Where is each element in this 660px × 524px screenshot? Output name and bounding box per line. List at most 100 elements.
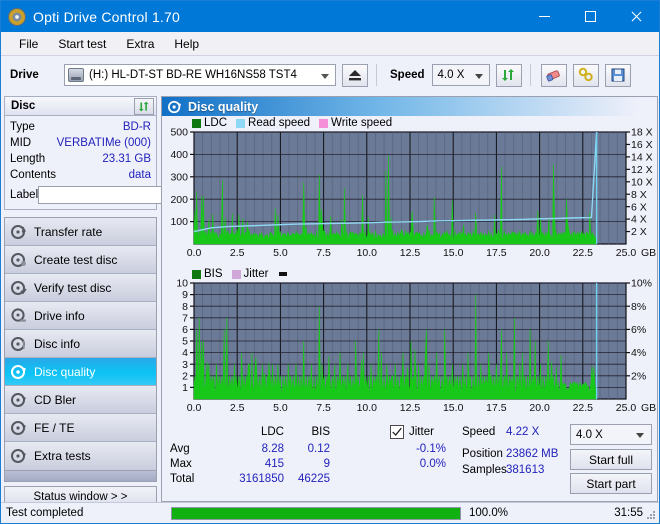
toolbar-separator: [529, 64, 531, 86]
chevron-down-icon: [474, 74, 483, 79]
speed-select[interactable]: 4.0 X: [431, 64, 490, 86]
disc-drive-icon: [11, 307, 26, 322]
svg-text:100: 100: [170, 216, 188, 228]
svg-text:200: 200: [170, 194, 188, 206]
sidebar-item-disc-info[interactable]: Disc info: [5, 330, 156, 358]
disc-row-contents: Contents data: [10, 167, 151, 183]
maximize-button[interactable]: [567, 1, 613, 32]
svg-text:4 X: 4 X: [631, 214, 647, 226]
nav-list: Transfer rate Create test disc Verify te…: [4, 217, 157, 471]
sidebar-item-drive-info[interactable]: Drive info: [5, 302, 156, 330]
disc-length-label: Length: [10, 153, 46, 165]
svg-text:2 X: 2 X: [631, 226, 647, 238]
disc-fete-icon: [11, 420, 26, 435]
refresh-button[interactable]: [495, 63, 522, 87]
svg-text:400: 400: [170, 149, 188, 161]
chevron-down-icon: [321, 74, 329, 79]
svg-text:GB: GB: [641, 402, 656, 414]
tools-button[interactable]: [572, 63, 599, 87]
svg-text:8%: 8%: [631, 301, 646, 313]
disc-row-mid: MID VERBATIMe (000): [10, 135, 151, 151]
start-full-label: Start full: [588, 452, 633, 467]
jitter-checkbox[interactable]: [390, 425, 404, 439]
disc-panel-title: Disc: [11, 100, 36, 112]
status-bar: Test completed 100.0% 31:55: [1, 502, 659, 523]
svg-text:15.0: 15.0: [443, 247, 464, 259]
results-row-max-label: Max: [170, 458, 192, 470]
minimize-button[interactable]: [521, 1, 567, 32]
svg-text:6: 6: [182, 324, 188, 336]
menu-start-test[interactable]: Start test: [48, 34, 116, 54]
start-part-button[interactable]: Start part: [570, 473, 652, 494]
maximize-icon: [584, 11, 596, 22]
sidebar-item-cd-bler[interactable]: CD Bler: [5, 386, 156, 414]
results-col-ldc: LDC: [260, 426, 284, 438]
checkmark-icon: [392, 427, 402, 436]
resize-grip-icon[interactable]: [645, 509, 657, 521]
drive-label: Drive: [10, 69, 39, 81]
svg-text:1: 1: [182, 382, 188, 394]
svg-text:7: 7: [182, 312, 188, 324]
erase-button[interactable]: [540, 63, 567, 87]
position-label: Position: [462, 448, 503, 460]
svg-text:12.5: 12.5: [400, 247, 421, 259]
svg-text:15.0: 15.0: [443, 402, 464, 414]
refresh-icon: [138, 101, 149, 112]
menu-bar: File Start test Extra Help: [1, 32, 659, 56]
sidebar-item-verify-test-disc[interactable]: Verify test disc: [5, 274, 156, 302]
svg-text:20.0: 20.0: [529, 402, 550, 414]
svg-text:3: 3: [182, 359, 188, 371]
menu-help[interactable]: Help: [164, 34, 209, 54]
disc-mid-value: VERBATIMe (000): [56, 137, 151, 149]
sidebar-item-transfer-rate[interactable]: Transfer rate: [5, 218, 156, 246]
chevron-down-icon: [636, 433, 644, 438]
svg-text:10 X: 10 X: [631, 176, 653, 188]
save-button[interactable]: [604, 63, 631, 87]
sidebar-label: Disc quality: [34, 364, 96, 379]
svg-text:0.0: 0.0: [187, 402, 202, 414]
svg-text:12 X: 12 X: [631, 164, 653, 176]
left-panel: Disc Type BD-R MID VERBATIMe (000) Lengt…: [4, 96, 242, 508]
svg-text:6%: 6%: [631, 324, 646, 336]
app-window: Opti Drive Control 1.70 File Start test …: [0, 0, 660, 524]
minimize-icon: [538, 16, 550, 17]
sidebar-item-extra-tests[interactable]: Extra tests: [5, 442, 156, 470]
svg-text:7.5: 7.5: [316, 402, 331, 414]
sidebar-item-fe-te[interactable]: FE / TE: [5, 414, 156, 442]
drive-select[interactable]: (H:) HL-DT-ST BD-RE WH16NS58 TST4: [64, 64, 336, 86]
speed-label: Speed: [390, 69, 425, 81]
menu-extra[interactable]: Extra: [116, 34, 164, 54]
disc-bler-icon: [11, 392, 26, 407]
svg-text:10.0: 10.0: [357, 247, 378, 259]
speed-result-value: 4.22 X: [506, 426, 540, 438]
bis-chart: BIS Jitter 1 2 3 4 5 6 7 8 9 10 2% 4% 6% 8% 10% 0.0 2.5 5…: [162, 267, 657, 422]
svg-text:500: 500: [170, 127, 188, 139]
disc-panel-header: Disc: [4, 96, 157, 116]
start-full-button[interactable]: Start full: [570, 449, 652, 470]
test-speed-select[interactable]: 4.0 X: [570, 424, 652, 445]
svg-text:17.5: 17.5: [486, 402, 507, 414]
test-speed-value: 4.0 X: [576, 428, 603, 441]
speed-result-label: Speed: [462, 426, 496, 438]
svg-text:10%: 10%: [631, 278, 652, 290]
menu-file[interactable]: File: [9, 34, 48, 54]
sidebar-label: Verify test disc: [34, 280, 112, 295]
progress-percent: 100.0%: [469, 507, 509, 519]
disc-transfer-icon: [11, 224, 27, 239]
eject-button[interactable]: [342, 63, 368, 87]
samples-label: Samples: [462, 464, 507, 476]
sidebar-item-disc-quality[interactable]: Disc quality: [5, 358, 156, 386]
drive-select-value: (H:) HL-DT-ST BD-RE WH16NS58 TST4: [89, 69, 297, 81]
disc-refresh-button[interactable]: [134, 98, 154, 115]
svg-text:10.0: 10.0: [357, 402, 378, 414]
svg-text:300: 300: [170, 171, 188, 183]
bis-chart-canvas: 12345678910 2% 4% 6% 8% 10% 0.0 2.5 5.0 7.5 10.0 12…: [176, 278, 656, 414]
close-button[interactable]: [613, 1, 659, 32]
svg-text:8: 8: [182, 301, 188, 313]
sidebar-label: Disc info: [34, 336, 81, 351]
sidebar-label: FE / TE: [34, 420, 75, 435]
disc-type-label: Type: [10, 121, 35, 133]
ldc-chart: LDC Read speed Write speed 100 200 300 400 5…: [162, 116, 657, 264]
sidebar-item-create-test-disc[interactable]: Create test disc: [5, 246, 156, 274]
svg-text:4: 4: [182, 347, 188, 359]
